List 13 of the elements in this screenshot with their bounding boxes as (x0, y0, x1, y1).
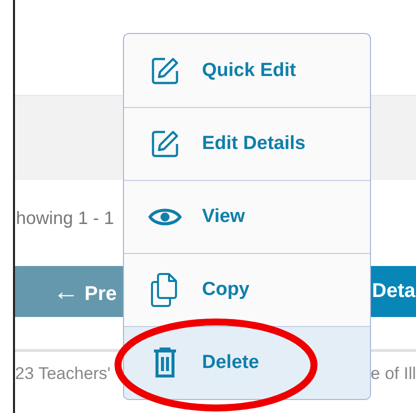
menu-item[interactable]: Delete (124, 326, 370, 399)
table-cell: e of Ill (370, 364, 416, 384)
pencil-icon (150, 56, 180, 86)
menu-item[interactable]: View (124, 180, 370, 253)
eye-icon (148, 206, 182, 228)
results-count-text: howing 1 - 1 (16, 208, 114, 228)
pencil-icon (150, 129, 180, 159)
details-button[interactable]: Deta (371, 266, 416, 317)
copy-icon (150, 272, 180, 308)
table-cell: 23 Teachers' (15, 364, 111, 384)
trash-icon (152, 347, 178, 379)
menu-item[interactable]: Quick Edit (124, 34, 370, 107)
previous-button[interactable]: ← Pre (15, 266, 123, 317)
